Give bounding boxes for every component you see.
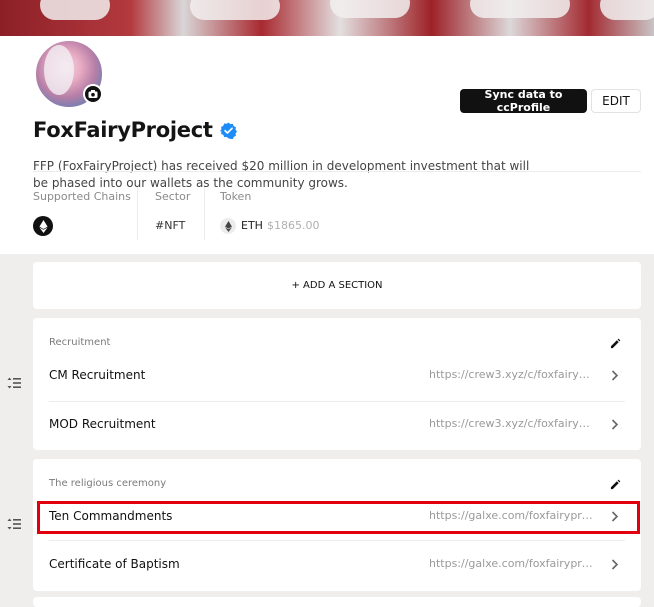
ethereum-token-icon	[220, 218, 236, 234]
list-item[interactable]: Certificate of Baptism https://galxe.com…	[33, 542, 641, 588]
link-name: CM Recruitment	[49, 368, 146, 382]
link-url: https://galxe.com/foxfairyproject	[429, 557, 595, 570]
section-title: Recruitment	[49, 337, 111, 348]
add-section-label: + ADD A SECTION	[291, 280, 383, 291]
section-card	[33, 597, 641, 607]
divider	[204, 187, 205, 240]
highlight-box	[37, 501, 640, 534]
page-title: FoxFairyProject	[33, 118, 237, 142]
supported-chains-label: Supported Chains	[33, 190, 131, 203]
camera-icon[interactable]	[83, 84, 103, 104]
divider	[137, 187, 138, 240]
link-url: https://crew3.xyz/c/foxfairyproject	[429, 417, 595, 430]
link-url: https://crew3.xyz/c/foxfairyproject	[429, 368, 595, 381]
link-name: Certificate of Baptism	[49, 557, 180, 571]
profile-header: Sync data to ccProfile EDIT FoxFairyProj…	[0, 36, 654, 254]
project-name: FoxFairyProject	[33, 118, 213, 142]
sector-label: Sector	[155, 190, 191, 203]
profile-banner	[0, 0, 654, 36]
drag-handle-icon[interactable]	[7, 518, 21, 530]
section-card-recruitment: Recruitment CM Recruitment https://crew3…	[33, 318, 641, 450]
divider	[33, 171, 641, 172]
list-item[interactable]: MOD Recruitment https://crew3.xyz/c/foxf…	[33, 402, 641, 448]
list-item[interactable]: CM Recruitment https://crew3.xyz/c/foxfa…	[33, 353, 641, 399]
add-section-button[interactable]: + ADD A SECTION	[33, 262, 641, 309]
project-description: FFP (FoxFairyProject) has received $20 m…	[33, 159, 530, 190]
sector-value: #NFT	[155, 219, 186, 232]
divider	[49, 540, 625, 541]
token-price: $1865.00	[267, 219, 320, 232]
edit-pencil-icon[interactable]	[610, 479, 621, 490]
chevron-right-icon	[611, 559, 619, 570]
edit-pencil-icon[interactable]	[610, 338, 621, 349]
chevron-right-icon	[611, 370, 619, 381]
edit-button[interactable]: EDIT	[591, 89, 641, 113]
link-name: MOD Recruitment	[49, 417, 156, 431]
token-symbol: ETH	[241, 219, 263, 232]
section-title: The religious ceremony	[49, 478, 167, 489]
chevron-right-icon	[611, 419, 619, 430]
ethereum-chain-icon	[33, 216, 53, 236]
drag-handle-icon[interactable]	[7, 377, 21, 389]
verified-badge-icon	[219, 122, 237, 139]
sync-ccprofile-button[interactable]: Sync data to ccProfile	[460, 88, 587, 114]
token-label: Token	[220, 190, 252, 203]
